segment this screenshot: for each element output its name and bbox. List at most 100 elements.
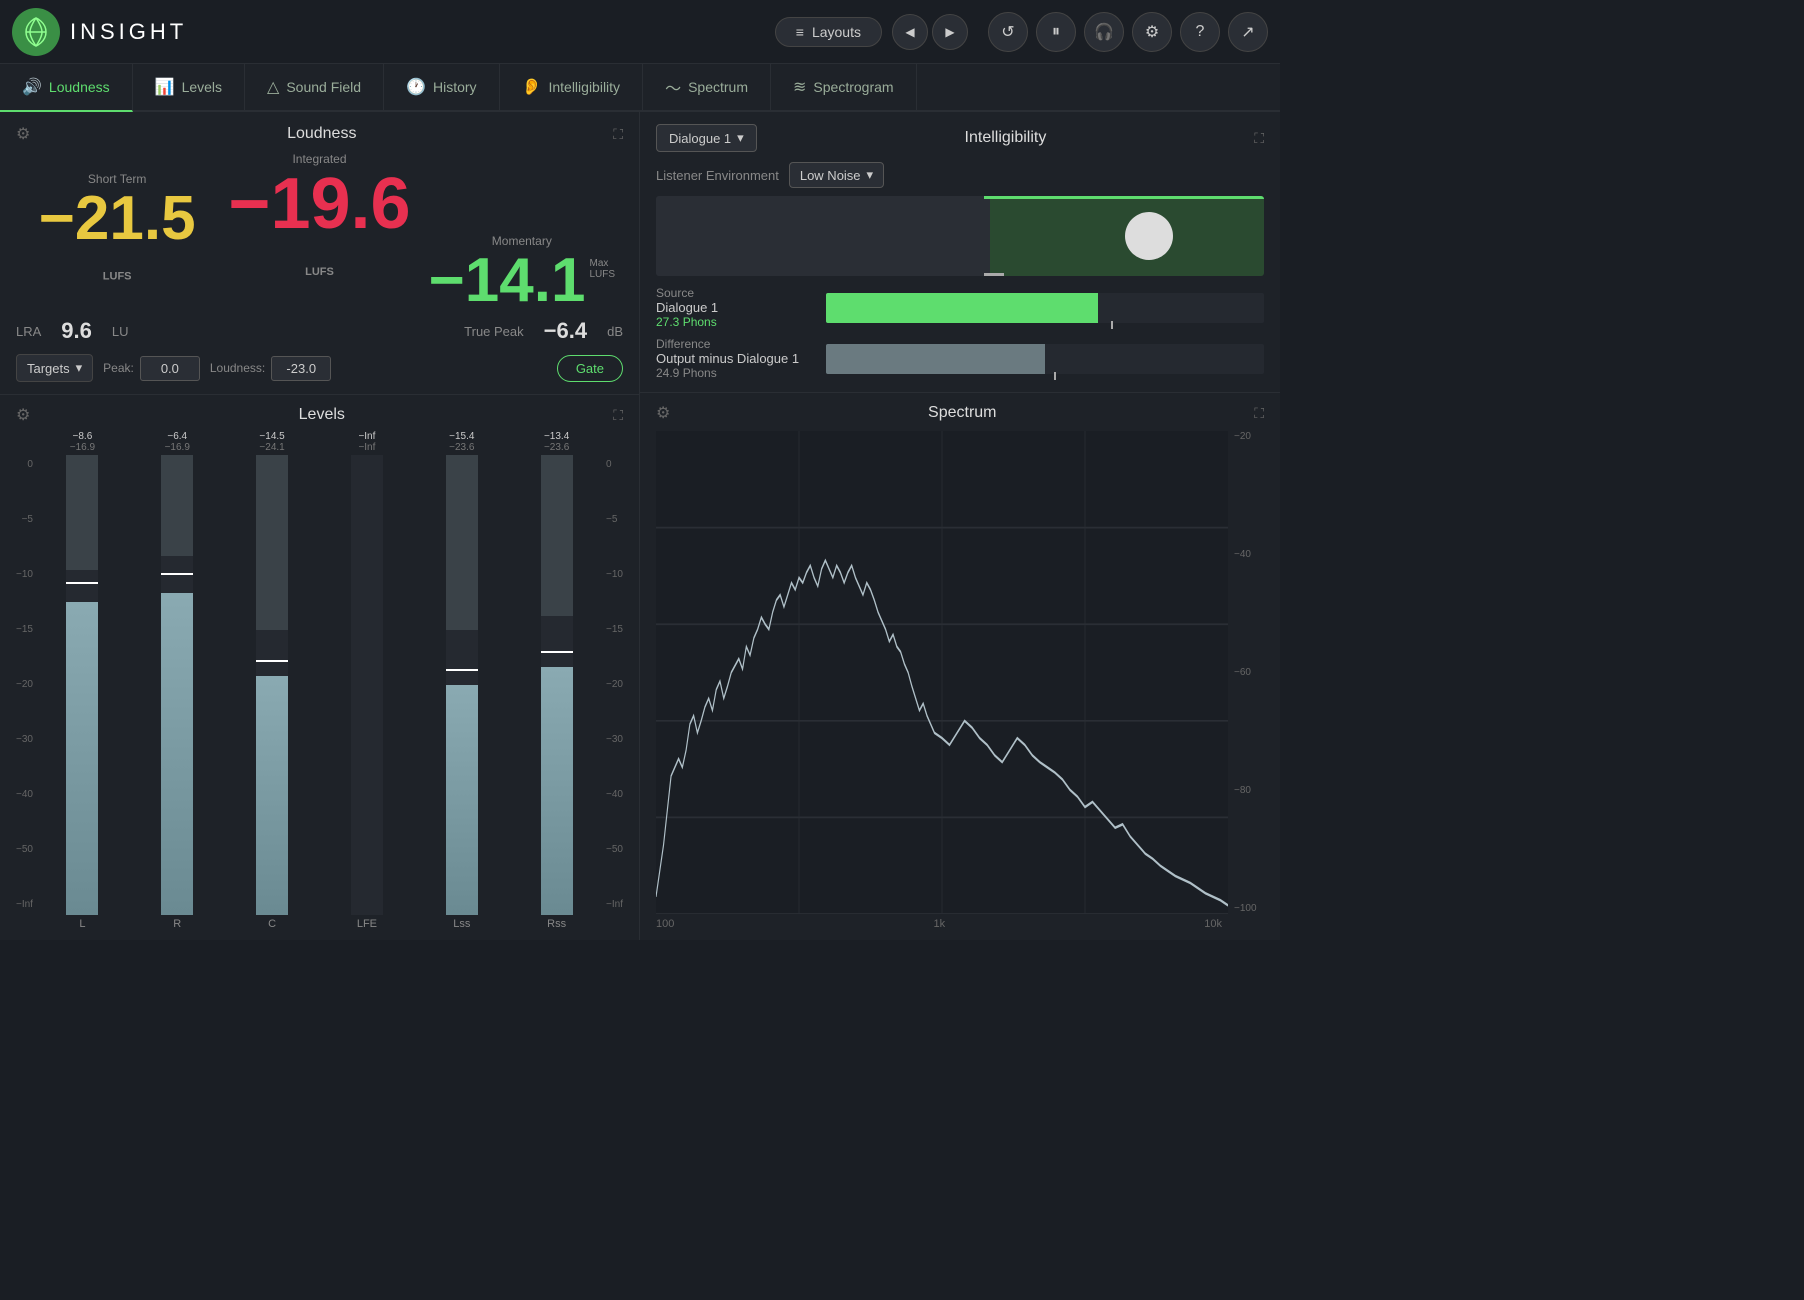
ch-C-peak-marker xyxy=(256,660,288,662)
x-label-1k: 1k xyxy=(933,918,945,930)
levels-expand-icon[interactable]: ⛶ xyxy=(613,407,623,424)
integrated-col: Integrated −19.6 LUFS xyxy=(218,152,420,312)
difference-bar-fill xyxy=(826,344,1045,374)
scale-left: 0 −5 −10 −15 −20 −30 −40 −50 −Inf xyxy=(16,431,39,930)
app-title: INSIGHT xyxy=(70,19,187,45)
targets-label: Targets xyxy=(27,361,70,376)
tab-soundfield-label: Sound Field xyxy=(286,79,361,95)
ch-Rss-peak-marker xyxy=(541,651,573,653)
header: INSIGHT ≡ Layouts ◀ ▶ ↺ ⏸ 🎧 ⚙ ? ↗ xyxy=(0,0,1280,64)
scale-minus60: −60 xyxy=(1234,667,1264,678)
spectrum-tab-icon: 〜 xyxy=(665,75,681,99)
tab-levels[interactable]: 📊 Levels xyxy=(133,64,245,112)
loop-button[interactable]: ↺ xyxy=(988,12,1028,52)
loudness-section: ⚙ Loudness ⛶ Short Term −21.5 LUFS Integ… xyxy=(0,112,639,395)
nav-arrows: ◀ ▶ xyxy=(892,14,968,50)
ch-R-rms: −16.9 xyxy=(165,442,190,453)
left-panel: ⚙ Loudness ⛶ Short Term −21.5 LUFS Integ… xyxy=(0,112,640,940)
prev-button[interactable]: ◀ xyxy=(892,14,928,50)
ch-Lss-bar xyxy=(446,455,478,915)
short-term-value: −21.5 LUFS xyxy=(16,188,218,312)
source-label-block: Source Dialogue 1 27.3 Phons xyxy=(656,286,816,329)
scale-right: 0 −5 −10 −15 −20 −30 −40 −50 −Inf xyxy=(600,431,623,930)
tab-spectrogram[interactable]: ≋ Spectrogram xyxy=(771,64,917,112)
spectrum-svg xyxy=(656,431,1228,914)
ch-Rss-stats: −13.4 −23.6 xyxy=(544,431,569,453)
ch-R-peak-marker xyxy=(161,573,193,575)
tab-intelligibility[interactable]: 👂 Intelligibility xyxy=(500,64,644,112)
source-bar-marker xyxy=(1111,321,1113,329)
channel-C: −14.5 −24.1 C xyxy=(229,431,316,930)
spectrum-title: Spectrum xyxy=(670,404,1254,422)
ch-LFE-bar xyxy=(351,455,383,915)
headphones-button[interactable]: 🎧 xyxy=(1084,12,1124,52)
lra-label: LRA xyxy=(16,324,41,339)
lra-row: LRA 9.6 LU True Peak −6.4 dB xyxy=(16,318,623,344)
spectrum-expand-icon[interactable]: ⛶ xyxy=(1254,405,1264,422)
spectrum-canvas xyxy=(656,431,1228,914)
main-layout: ⚙ Loudness ⛶ Short Term −21.5 LUFS Integ… xyxy=(0,112,1280,940)
intelligibility-expand-icon[interactable]: ⛶ xyxy=(1254,130,1264,147)
spectrum-section: ⚙ Spectrum ⛶ xyxy=(640,393,1280,940)
ch-Lss-fill xyxy=(446,685,478,915)
ch-R-stats: −6.4 −16.9 xyxy=(165,431,190,453)
ch-Rss-bar xyxy=(541,455,573,915)
help-button[interactable]: ? xyxy=(1180,12,1220,52)
loudness-input[interactable] xyxy=(271,356,331,381)
levels-title: Levels xyxy=(30,406,613,424)
ch-LFE-peak: −Inf xyxy=(358,431,375,442)
dialogue-select[interactable]: Dialogue 1 ▾ xyxy=(656,124,757,152)
ch-L-label: L xyxy=(79,918,85,930)
tab-soundfield[interactable]: △ Sound Field xyxy=(245,64,384,112)
spectrum-content: −20 −40 −60 −80 −100 xyxy=(656,431,1264,914)
ch-R-peak: −6.4 xyxy=(165,431,190,442)
tab-history[interactable]: 🕐 History xyxy=(384,64,499,112)
x-label-100: 100 xyxy=(656,918,674,930)
source-title: Source xyxy=(656,286,816,300)
menu-icon: ≡ xyxy=(796,24,804,40)
history-tab-icon: 🕐 xyxy=(406,77,426,97)
loudness-expand-icon[interactable]: ⛶ xyxy=(613,126,623,143)
ch-Rss-peak: −13.4 xyxy=(544,431,569,442)
tab-spectrogram-label: Spectrogram xyxy=(813,79,893,95)
scale-minus80: −80 xyxy=(1234,785,1264,796)
dialogue-chevron-icon: ▾ xyxy=(737,130,744,146)
next-button[interactable]: ▶ xyxy=(932,14,968,50)
listener-select[interactable]: Low Noise ▾ xyxy=(789,162,884,188)
intelligibility-header: Dialogue 1 ▾ Intelligibility ⛶ xyxy=(656,124,1264,152)
difference-bar-row: Difference Output minus Dialogue 1 24.9 … xyxy=(656,337,1264,380)
intelligibility-bars: Source Dialogue 1 27.3 Phons Difference … xyxy=(656,286,1264,380)
ch-C-fill xyxy=(256,676,288,915)
bars-area: −8.6 −16.9 L −6.4 xyxy=(39,431,600,930)
viz-bg-left xyxy=(656,196,990,276)
targets-select[interactable]: Targets ▾ xyxy=(16,354,93,382)
ch-C-peak: −14.5 xyxy=(259,431,284,442)
channel-L: −8.6 −16.9 L xyxy=(39,431,126,930)
extra-button[interactable]: ↗ xyxy=(1228,12,1268,52)
tab-bar: 🔊 Loudness 📊 Levels △ Sound Field 🕐 Hist… xyxy=(0,64,1280,112)
scale-minus20: −20 xyxy=(1234,431,1264,442)
peak-input[interactable] xyxy=(140,356,200,381)
ch-C-rms: −24.1 xyxy=(259,442,284,453)
listener-chevron-icon: ▾ xyxy=(867,167,874,183)
listener-value: Low Noise xyxy=(800,168,861,183)
levels-gear-icon[interactable]: ⚙ xyxy=(16,405,30,425)
integrated-value: −19.6 LUFS xyxy=(218,168,420,312)
pause-button[interactable]: ⏸ xyxy=(1036,12,1076,52)
source-name: Dialogue 1 xyxy=(656,300,816,315)
difference-label-block: Difference Output minus Dialogue 1 24.9 … xyxy=(656,337,816,380)
spectrogram-tab-icon: ≋ xyxy=(793,77,806,97)
viz-circle xyxy=(1125,212,1173,260)
layouts-button[interactable]: ≡ Layouts xyxy=(775,17,882,47)
loudness-gear-icon[interactable]: ⚙ xyxy=(16,124,30,144)
source-bar-row: Source Dialogue 1 27.3 Phons xyxy=(656,286,1264,329)
tab-spectrum[interactable]: 〜 Spectrum xyxy=(643,64,771,112)
spectrum-gear-icon[interactable]: ⚙ xyxy=(656,403,670,423)
ch-C-label: C xyxy=(268,918,276,930)
gate-button[interactable]: Gate xyxy=(557,355,623,382)
ch-LFE-rms: −Inf xyxy=(358,442,375,453)
source-bar-bg xyxy=(826,293,1264,323)
settings-button[interactable]: ⚙ xyxy=(1132,12,1172,52)
ch-LFE-stats: −Inf −Inf xyxy=(358,431,375,453)
tab-loudness[interactable]: 🔊 Loudness xyxy=(0,64,133,112)
